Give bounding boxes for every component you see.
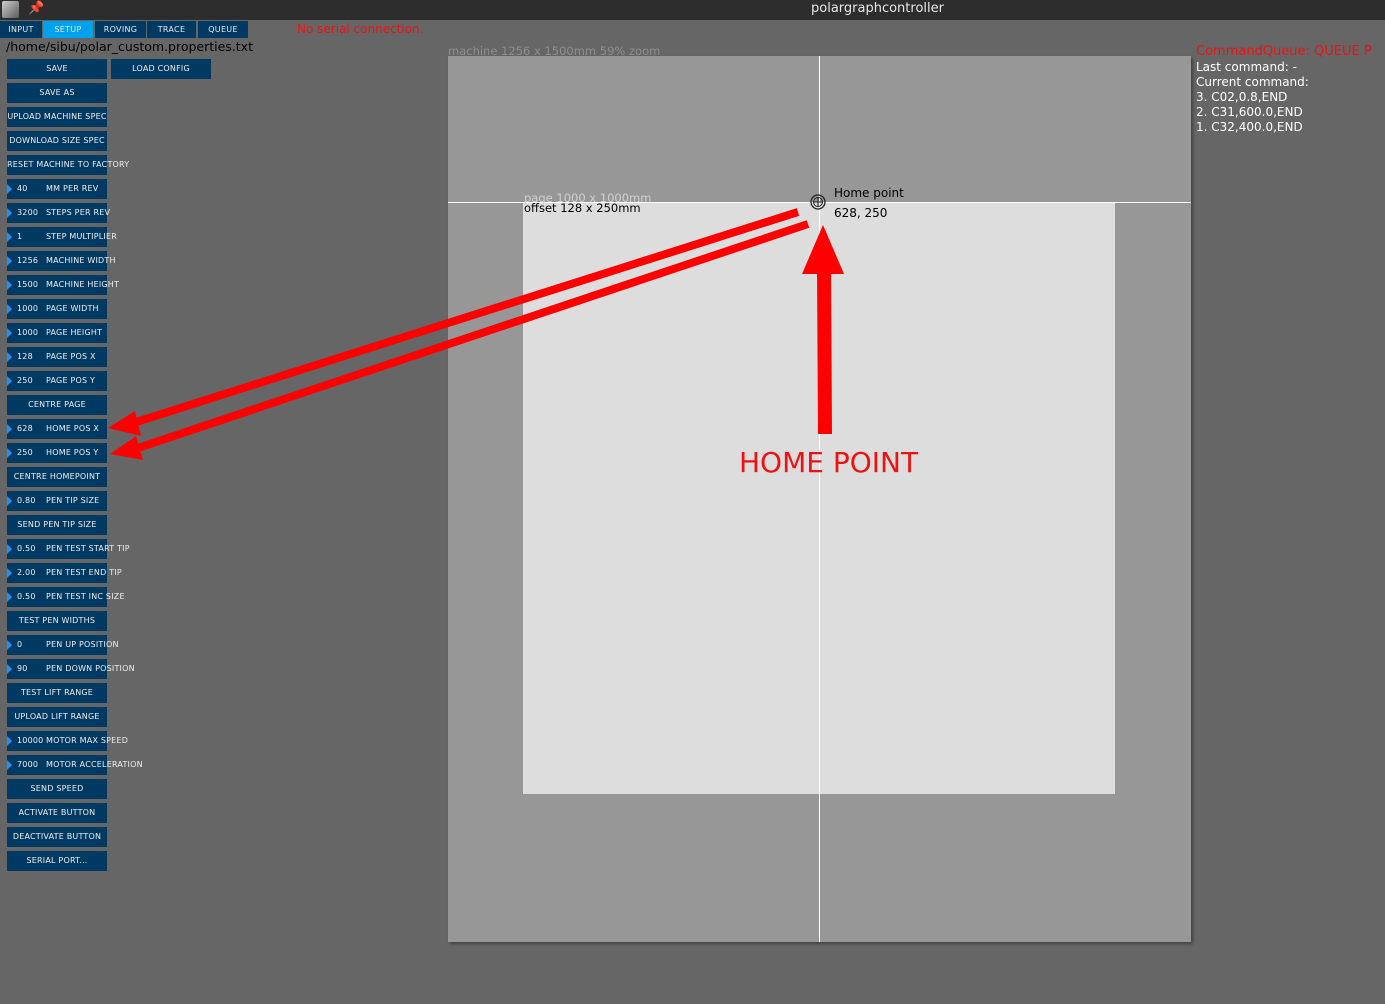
arrowhead-home-pos-y <box>110 436 143 460</box>
home-point-annotation: HOME POINT <box>739 446 919 479</box>
annotation-overlay <box>108 208 844 460</box>
arrow-up-shaft <box>817 269 832 435</box>
arrow-to-home-pos-y <box>130 220 810 454</box>
arrowhead-up <box>802 225 844 274</box>
arrowhead-home-pos-x <box>108 411 141 436</box>
arrow-to-home-pos-x <box>128 208 800 428</box>
